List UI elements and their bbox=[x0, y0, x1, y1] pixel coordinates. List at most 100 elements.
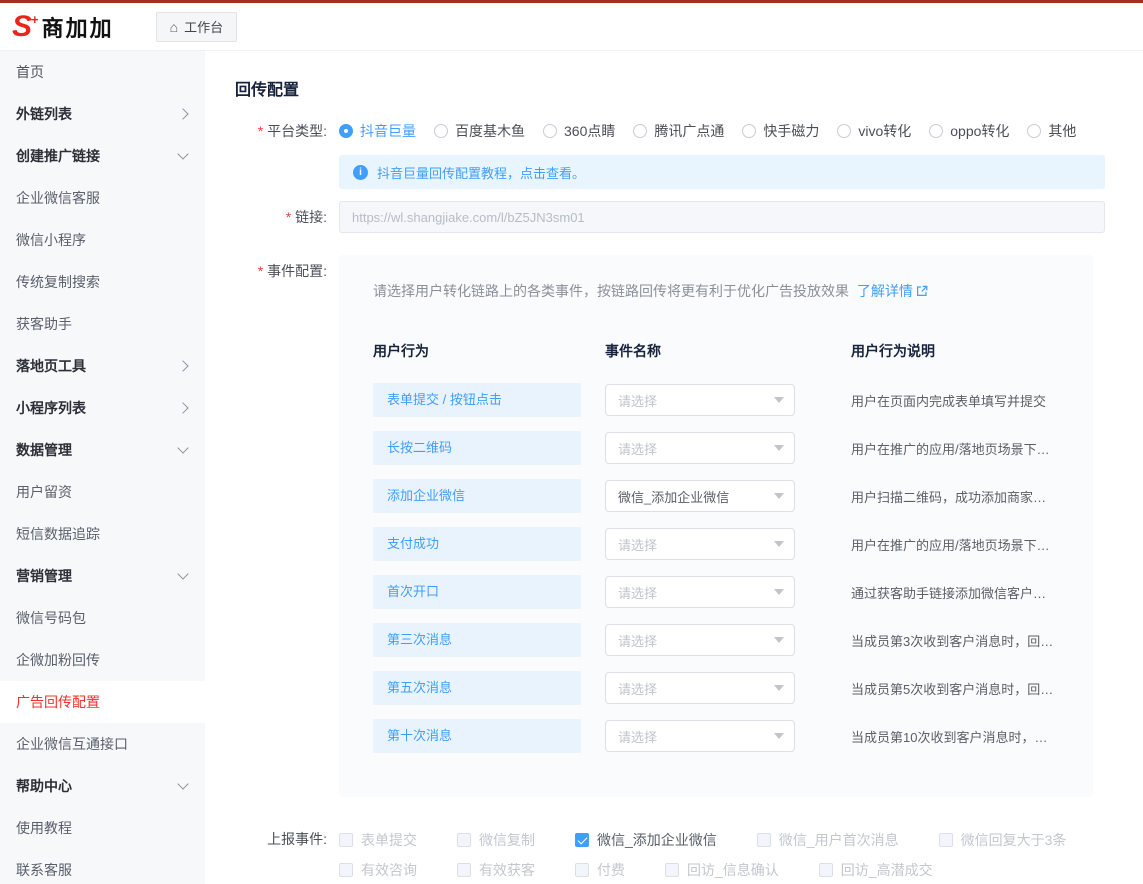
workspace-tab[interactable]: 工作台 bbox=[156, 12, 237, 42]
sidebar-item-label: 首页 bbox=[16, 62, 44, 82]
sidebar-item[interactable]: 传统复制搜索 bbox=[0, 261, 205, 303]
tutorial-alert: 抖音巨量回传配置教程，点击查看。 bbox=[339, 155, 1105, 189]
sidebar-item[interactable]: 营销管理 bbox=[0, 555, 205, 597]
platform-radio[interactable]: 快手磁力 bbox=[742, 121, 819, 141]
detail-link-label: 了解详情 bbox=[857, 281, 913, 301]
event-select[interactable]: 请选择 bbox=[605, 624, 795, 656]
events-panel: 请选择用户转化链路上的各类事件，按链路回传将更有利于优化广告投放效果 了解详情 … bbox=[339, 255, 1093, 797]
platform-radio[interactable]: 腾讯广点通 bbox=[633, 121, 724, 141]
link-row: 链接: bbox=[235, 201, 1105, 233]
sidebar-item[interactable]: 获客助手 bbox=[0, 303, 205, 345]
sidebar-item[interactable]: 落地页工具 bbox=[0, 345, 205, 387]
behavior-link[interactable]: 支付成功 bbox=[373, 527, 581, 561]
events-table-header: 用户行为事件名称用户行为说明 bbox=[373, 341, 1059, 361]
chevron-down-icon bbox=[774, 493, 784, 499]
events-table-row: 第五次消息请选择当成员第5次收到客户消息时，回调此事… bbox=[373, 671, 1059, 705]
behavior-link[interactable]: 首次开口 bbox=[373, 575, 581, 609]
sidebar-item-label: 微信号码包 bbox=[16, 608, 86, 628]
events-table-row: 表单提交 / 按钮点击请选择用户在页面内完成表单填写并提交 bbox=[373, 383, 1059, 417]
checkbox-icon bbox=[457, 863, 471, 877]
sidebar-item[interactable]: 首页 bbox=[0, 51, 205, 93]
sidebar: 首页外链列表创建推广链接企业微信客服微信小程序传统复制搜索获客助手落地页工具小程… bbox=[0, 51, 205, 884]
brand-logo-text: 商加加 bbox=[42, 11, 114, 43]
checkbox-icon bbox=[665, 863, 679, 877]
radio-label: 抖音巨量 bbox=[360, 121, 416, 141]
sidebar-item[interactable]: 用户留资 bbox=[0, 471, 205, 513]
event-select-value: 请选择 bbox=[618, 583, 657, 602]
app-header: S + 商加加 工作台 bbox=[0, 3, 1143, 51]
tutorial-alert-text[interactable]: 抖音巨量回传配置教程，点击查看。 bbox=[377, 163, 585, 182]
radio-label: vivo转化 bbox=[858, 121, 911, 141]
platform-radio[interactable]: 360点睛 bbox=[543, 121, 615, 141]
report-checkbox[interactable]: 微信_添加企业微信 bbox=[575, 830, 717, 850]
checkbox-label: 微信复制 bbox=[479, 830, 535, 850]
behavior-link[interactable]: 第五次消息 bbox=[373, 671, 581, 705]
report-events-row: 上报事件: 表单提交微信复制微信_添加企业微信微信_用户首次消息微信回复大于3条… bbox=[235, 823, 1105, 880]
radio-icon bbox=[633, 124, 647, 138]
event-select[interactable]: 请选择 bbox=[605, 384, 795, 416]
sidebar-item[interactable]: 帮助中心 bbox=[0, 765, 205, 807]
chevron-down-icon bbox=[177, 442, 188, 453]
sidebar-item[interactable]: 外链列表 bbox=[0, 93, 205, 135]
event-select[interactable]: 请选择 bbox=[605, 528, 795, 560]
sidebar-item[interactable]: 微信号码包 bbox=[0, 597, 205, 639]
event-select[interactable]: 请选择 bbox=[605, 432, 795, 464]
platform-radio-group: 抖音巨量百度基木鱼 360点睛腾讯广点通 快手磁力 vivo转化 oppo转化 其他 bbox=[339, 115, 1105, 147]
behavior-link[interactable]: 第十次消息 bbox=[373, 719, 581, 753]
radio-label: 其他 bbox=[1048, 121, 1076, 141]
event-select[interactable]: 微信_添加企业微信 bbox=[605, 480, 795, 512]
checkbox-label: 回访_信息确认 bbox=[687, 860, 779, 880]
sidebar-item-label: 企微加粉回传 bbox=[16, 650, 100, 670]
detail-link[interactable]: 了解详情 bbox=[857, 281, 928, 301]
sidebar-item-label: 小程序列表 bbox=[16, 398, 86, 418]
sidebar-item[interactable]: 创建推广链接 bbox=[0, 135, 205, 177]
sidebar-item-label: 营销管理 bbox=[16, 566, 72, 586]
checkbox-icon bbox=[457, 833, 471, 847]
page-title: 回传配置 bbox=[235, 81, 1105, 101]
platform-radio[interactable]: 抖音巨量 bbox=[339, 121, 416, 141]
platform-radio[interactable]: vivo转化 bbox=[837, 121, 911, 141]
radio-label: 快手磁力 bbox=[763, 121, 819, 141]
sidebar-item[interactable]: 广告回传配置 bbox=[0, 681, 205, 723]
sidebar-item-label: 落地页工具 bbox=[16, 356, 86, 376]
sidebar-item-label: 数据管理 bbox=[16, 440, 72, 460]
behavior-link[interactable]: 添加企业微信 bbox=[373, 479, 581, 513]
behavior-link[interactable]: 表单提交 / 按钮点击 bbox=[373, 383, 581, 417]
checkbox-icon bbox=[819, 863, 833, 877]
event-select[interactable]: 请选择 bbox=[605, 720, 795, 752]
radio-icon bbox=[1027, 124, 1041, 138]
events-table-row: 支付成功请选择 用户在推广的应用/落地页场景下发生交… bbox=[373, 527, 1059, 561]
sidebar-item[interactable]: 短信数据追踪 bbox=[0, 513, 205, 555]
sidebar-item[interactable]: 企业微信互通接口 bbox=[0, 723, 205, 765]
sidebar-item-label: 短信数据追踪 bbox=[16, 524, 100, 544]
sidebar-item-label: 企业微信客服 bbox=[16, 188, 100, 208]
chevron-right-icon bbox=[177, 108, 188, 119]
behavior-description: 用户扫描二维码，成功添加商家的企业微信 bbox=[819, 487, 1059, 506]
sidebar-item[interactable]: 企微加粉回传 bbox=[0, 639, 205, 681]
checkbox-label: 有效获客 bbox=[479, 860, 535, 880]
behavior-link[interactable]: 长按二维码 bbox=[373, 431, 581, 465]
sidebar-item[interactable]: 使用教程 bbox=[0, 807, 205, 849]
column-header: 事件名称 bbox=[605, 341, 795, 361]
report-checkbox: 微信_用户首次消息 bbox=[757, 830, 899, 850]
sidebar-item[interactable]: 联系客服 bbox=[0, 849, 205, 884]
behavior-link[interactable]: 第三次消息 bbox=[373, 623, 581, 657]
brand-logo[interactable]: S + 商加加 bbox=[0, 11, 124, 43]
platform-radio[interactable]: oppo转化 bbox=[929, 121, 1009, 141]
platform-radio[interactable]: 其他 bbox=[1027, 121, 1076, 141]
event-select[interactable]: 请选择 bbox=[605, 672, 795, 704]
checkbox-icon bbox=[339, 833, 353, 847]
platform-radio[interactable]: 百度基木鱼 bbox=[434, 121, 525, 141]
brand-logo-mark: S bbox=[12, 12, 32, 42]
chevron-down-icon bbox=[774, 637, 784, 643]
sidebar-item[interactable]: 企业微信客服 bbox=[0, 177, 205, 219]
sidebar-item[interactable]: 数据管理 bbox=[0, 429, 205, 471]
report-checkbox: 有效获客 bbox=[457, 860, 535, 880]
checkbox-label: 表单提交 bbox=[361, 830, 417, 850]
checkbox-icon bbox=[939, 833, 953, 847]
platform-type-row: 平台类型: 抖音巨量百度基木鱼360点睛腾讯广点通快手磁力vivo转化oppo转… bbox=[235, 115, 1105, 189]
behavior-description: 用户在推广的应用/落地页场景下发生交… bbox=[819, 535, 1059, 554]
sidebar-item[interactable]: 小程序列表 bbox=[0, 387, 205, 429]
sidebar-item[interactable]: 微信小程序 bbox=[0, 219, 205, 261]
event-select[interactable]: 请选择 bbox=[605, 576, 795, 608]
